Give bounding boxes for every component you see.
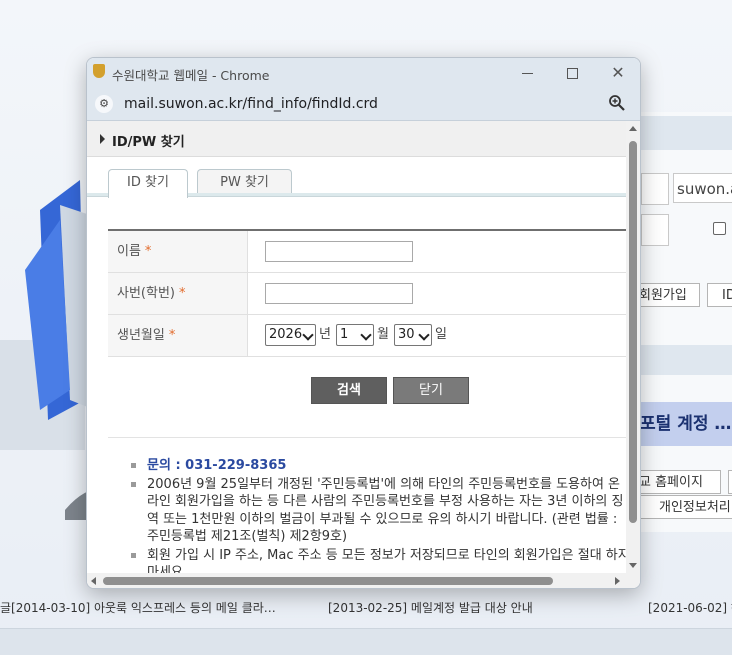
- bg-input-2[interactable]: [641, 214, 669, 246]
- birth-month-select[interactable]: 1: [336, 324, 374, 346]
- portal-banner[interactable]: 포털 계정 …: [640, 402, 732, 446]
- section-title: ID/PW 찾기: [112, 135, 185, 150]
- chevron-down-icon: [302, 329, 314, 341]
- day-unit: 일: [435, 327, 447, 342]
- bg-section-band: [640, 345, 732, 375]
- chevron-down-icon: [360, 329, 372, 341]
- maximize-icon[interactable]: [561, 63, 583, 83]
- site-logo-icon: [93, 64, 105, 78]
- news-item-3[interactable]: [2021-06-02] 해: [648, 596, 732, 620]
- news-item-1[interactable]: 글[2014-03-10] 아웃룩 익스프레스 등의 메일 클라…: [0, 596, 276, 620]
- notice-contact: 문의 : 031-229-8365: [131, 457, 626, 475]
- student-id-input[interactable]: [265, 283, 413, 304]
- news-ticker: 글[2014-03-10] 아웃룩 익스프레스 등의 메일 클라… [2013-…: [0, 596, 732, 620]
- vertical-scroll-thumb[interactable]: [629, 141, 637, 523]
- divider: [108, 437, 626, 438]
- id-find-form: 이름 * 사번(학번) * 생년월일 * 2026 년 1 월 30 일: [108, 229, 626, 357]
- arrow-right-icon: [100, 134, 105, 144]
- news-item-2[interactable]: [2013-02-25] 메일계정 발급 대상 안내: [328, 596, 533, 620]
- birth-label: 생년월일 *: [108, 315, 248, 356]
- birth-year-select[interactable]: 2026: [265, 324, 316, 346]
- bg-input-1[interactable]: [641, 173, 669, 205]
- tab-id-find[interactable]: ID 찾기: [108, 169, 188, 198]
- zoom-icon[interactable]: [608, 94, 626, 112]
- close-button[interactable]: 닫기: [393, 377, 469, 404]
- form-row-name: 이름 *: [108, 231, 626, 273]
- site-info-icon[interactable]: ⚙: [95, 95, 113, 113]
- required-mark: *: [144, 244, 152, 259]
- notice-item: 2006년 9월 25일부터 개정된 '주민등록법'에 의해 타인의 주민등록번…: [131, 476, 626, 546]
- url-text[interactable]: mail.suwon.ac.kr/find_info/findId.crd: [124, 96, 378, 112]
- birth-day-select[interactable]: 30: [394, 324, 432, 346]
- scroll-up-icon[interactable]: [629, 126, 637, 131]
- required-mark: *: [168, 328, 176, 343]
- popup-window: 수원대학교 웹메일 - Chrome ✕ ⚙ mail.suwon.ac.kr/…: [86, 57, 641, 589]
- scroll-left-icon[interactable]: [91, 577, 96, 585]
- bg-button-edge[interactable]: [728, 470, 732, 494]
- id-find-button[interactable]: ID: [707, 283, 732, 307]
- section-header: ID/PW 찾기: [87, 121, 626, 157]
- minimize-icon[interactable]: [517, 63, 539, 83]
- remember-checkbox[interactable]: [713, 222, 726, 235]
- close-icon[interactable]: ✕: [607, 63, 629, 83]
- window-title: 수원대학교 웹메일 - Chrome: [112, 68, 270, 83]
- page-content: ID/PW 찾기 ID 찾기 PW 찾기 이름 * 사번(학번) * 생년월일 * 2…: [87, 121, 626, 573]
- horizontal-scroll-thumb[interactable]: [103, 577, 553, 585]
- chevron-down-icon: [418, 329, 430, 341]
- privacy-button[interactable]: 개인정보처리: [640, 495, 732, 519]
- domain-input[interactable]: suwon.a: [673, 173, 732, 203]
- id-label: 사번(학번) *: [108, 273, 248, 314]
- required-mark: *: [178, 286, 186, 301]
- form-row-id: 사번(학번) *: [108, 273, 626, 315]
- scroll-down-icon[interactable]: [629, 563, 637, 568]
- notice-item: 회원 가입 시 IP 주소, Mac 주소 등 모든 정보가 저장되므로 타인의…: [131, 547, 626, 573]
- month-unit: 월: [377, 327, 389, 342]
- tab-pw-find[interactable]: PW 찾기: [197, 169, 292, 195]
- scroll-right-icon[interactable]: [615, 577, 620, 585]
- bg-footer-bar: [0, 628, 732, 655]
- notice-list: 문의 : 031-229-8365 2006년 9월 25일부터 개정된 '주민…: [131, 457, 626, 573]
- login-panel-header: [640, 116, 732, 150]
- search-button[interactable]: 검색: [311, 377, 387, 404]
- name-label: 이름 *: [108, 231, 248, 272]
- title-bar[interactable]: 수원대학교 웹메일 - Chrome ✕: [87, 58, 640, 88]
- address-bar: ⚙ mail.suwon.ac.kr/find_info/findId.crd: [87, 88, 640, 121]
- name-input[interactable]: [265, 241, 413, 262]
- form-row-birth: 생년월일 * 2026 년 1 월 30 일: [108, 315, 626, 357]
- year-unit: 년: [319, 327, 331, 342]
